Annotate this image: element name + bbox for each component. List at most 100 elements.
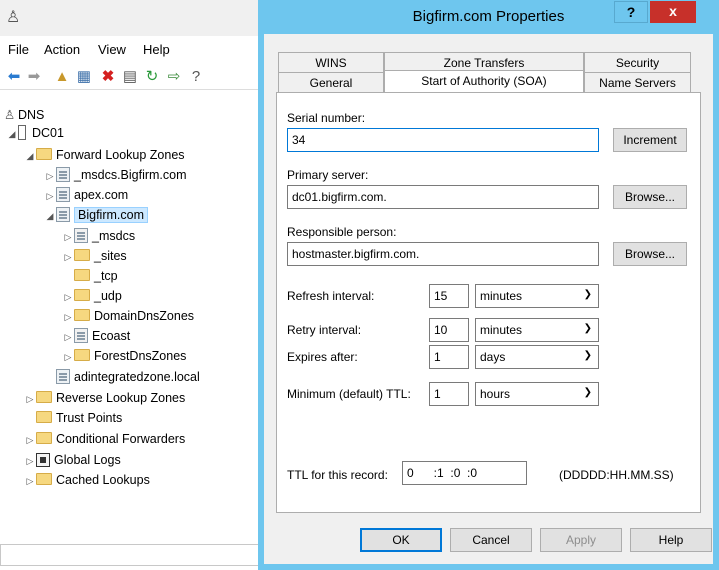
increment-button[interactable]: Increment (613, 128, 687, 152)
expand-icon[interactable]: ▷ (24, 452, 36, 470)
tree-item-trust-points[interactable]: Trust Points (24, 409, 122, 427)
collapse-icon[interactable]: ◢ (24, 147, 36, 165)
tree-item-apex[interactable]: ▷ apex.com (44, 186, 128, 204)
export-list-icon[interactable]: ⇨ (164, 68, 184, 86)
menu-view[interactable]: View (98, 42, 126, 57)
expand-icon[interactable]: ▷ (24, 431, 36, 449)
delete-icon[interactable]: ✖ (98, 68, 118, 86)
refresh-unit-select[interactable]: minutes ❯ (475, 284, 599, 308)
expand-icon[interactable]: ▷ (62, 248, 74, 266)
soa-panel: Serial number: 34 Increment Primary serv… (276, 92, 701, 513)
zone-icon (56, 167, 70, 182)
menu-action[interactable]: Action (44, 42, 80, 57)
serial-number-field[interactable]: 34 (287, 128, 599, 152)
menu-help[interactable]: Help (143, 42, 170, 57)
tab-zone-transfers[interactable]: Zone Transfers (384, 52, 584, 72)
folder-icon (74, 309, 90, 321)
retry-interval-label: Retry interval: (287, 323, 362, 337)
tree-item-ecoast[interactable]: ▷ Ecoast (62, 327, 130, 345)
zone-folder-icon (74, 228, 88, 243)
refresh-icon[interactable]: ↻ (142, 68, 162, 86)
tree-item-msdcs[interactable]: ▷ _msdcs (62, 227, 135, 245)
title-help-button[interactable]: ? (614, 1, 648, 23)
expand-icon[interactable]: ▷ (24, 390, 36, 408)
show-tree-icon[interactable]: ▦ (74, 68, 94, 86)
tree-item-conditional-forwarders[interactable]: ▷ Conditional Forwarders (24, 430, 185, 448)
tab-start-of-authority[interactable]: Start of Authority (SOA) (384, 70, 584, 92)
expires-unit-select[interactable]: days ❯ (475, 345, 599, 369)
ttl-record-field[interactable]: 0 :1 :0 :0 (402, 461, 527, 485)
properties-icon[interactable]: ▤ (120, 68, 140, 86)
minimum-ttl-unit-select[interactable]: hours ❯ (475, 382, 599, 406)
apply-button[interactable]: Apply (540, 528, 622, 552)
folder-icon (36, 391, 52, 403)
tree-item-sites[interactable]: ▷ _sites (62, 247, 127, 265)
expand-icon[interactable]: ▷ (62, 348, 74, 366)
tree-item-forestdnszones[interactable]: ▷ ForestDnsZones (62, 347, 186, 365)
zone-folder-icon (74, 328, 88, 343)
minimum-ttl-field[interactable]: 1 (429, 382, 469, 406)
dns-manager-titlebar: ♙ (0, 0, 270, 36)
tree-item-cached-lookups[interactable]: ▷ Cached Lookups (24, 471, 150, 489)
chevron-down-icon: ❯ (583, 387, 592, 398)
expand-icon[interactable]: ▷ (62, 308, 74, 326)
tree-item-dc01[interactable]: ◢ DC01 (6, 124, 64, 142)
tree-item-adintegratedzone[interactable]: adintegratedzone.local (44, 368, 200, 386)
forward-arrow-icon[interactable]: ➡ (24, 68, 44, 86)
toolbar: ⬅ ➡ ▲ ▦ ✖ ▤ ↻ ⇨ ? (0, 64, 270, 90)
ttl-record-label: TTL for this record: (287, 468, 388, 482)
tree-item-tcp[interactable]: _tcp (62, 267, 118, 285)
menu-file[interactable]: File (8, 42, 29, 57)
tree-item-udp[interactable]: ▷ _udp (62, 287, 122, 305)
up-folder-icon[interactable]: ▲ (52, 68, 72, 86)
retry-unit-select[interactable]: minutes ❯ (475, 318, 599, 342)
ok-button[interactable]: OK (360, 528, 442, 552)
expires-after-field[interactable]: 1 (429, 345, 469, 369)
tree-item-dns[interactable]: ♙ DNS (4, 106, 44, 124)
tab-wins[interactable]: WINS (278, 52, 384, 72)
tree-item-bigfirm[interactable]: ◢ Bigfirm.com (44, 206, 148, 224)
responsible-person-field[interactable]: hostmaster.bigfirm.com. (287, 242, 599, 266)
tab-name-servers[interactable]: Name Servers (584, 72, 691, 92)
collapse-icon[interactable]: ◢ (6, 125, 18, 143)
expires-after-label: Expires after: (287, 350, 358, 364)
browse-primary-button[interactable]: Browse... (613, 185, 687, 209)
refresh-interval-label: Refresh interval: (287, 289, 375, 303)
tree-item-reverse-lookup-zones[interactable]: ▷ Reverse Lookup Zones (24, 389, 185, 407)
refresh-interval-field[interactable]: 15 (429, 284, 469, 308)
folder-icon (74, 349, 90, 361)
close-button[interactable]: x (650, 1, 696, 23)
responsible-person-label: Responsible person: (287, 225, 397, 239)
folder-icon (74, 269, 90, 281)
folder-icon (74, 289, 90, 301)
expand-icon[interactable]: ▷ (62, 228, 74, 246)
help-icon[interactable]: ? (186, 68, 206, 86)
tab-general[interactable]: General (278, 72, 384, 92)
back-arrow-icon[interactable]: ⬅ (4, 68, 24, 86)
tree-item-msdcs-bigfirm[interactable]: ▷ _msdcs.Bigfirm.com (44, 166, 187, 184)
expand-icon[interactable]: ▷ (44, 187, 56, 205)
ttl-format-hint: (DDDDD:HH.MM.SS) (559, 468, 674, 482)
serial-number-label: Serial number: (287, 111, 366, 125)
folder-icon (36, 411, 52, 423)
expand-icon[interactable]: ▷ (44, 167, 56, 185)
help-button[interactable]: Help (630, 528, 712, 552)
tree-item-domaindnszones[interactable]: ▷ DomainDnsZones (62, 307, 194, 325)
browse-responsible-button[interactable]: Browse... (613, 242, 687, 266)
tree-item-global-logs[interactable]: ▷ Global Logs (24, 451, 121, 469)
expand-icon[interactable]: ▷ (62, 288, 74, 306)
tab-security[interactable]: Security (584, 52, 691, 72)
tree-item-forward-lookup-zones[interactable]: ◢ Forward Lookup Zones (24, 146, 185, 164)
retry-interval-field[interactable]: 10 (429, 318, 469, 342)
zone-icon (56, 369, 70, 384)
primary-server-field[interactable]: dc01.bigfirm.com. (287, 185, 599, 209)
properties-dialog: Bigfirm.com Properties ? x WINS Zone Tra… (258, 0, 719, 570)
expand-icon[interactable]: ▷ (62, 328, 74, 346)
cancel-button[interactable]: Cancel (450, 528, 532, 552)
folder-icon (74, 249, 90, 261)
expand-icon[interactable]: ▷ (24, 472, 36, 490)
collapse-icon[interactable]: ◢ (44, 207, 56, 225)
chevron-down-icon: ❯ (583, 350, 592, 361)
dns-icon: ♙ (4, 108, 16, 122)
dns-app-icon: ♙ (6, 9, 21, 26)
